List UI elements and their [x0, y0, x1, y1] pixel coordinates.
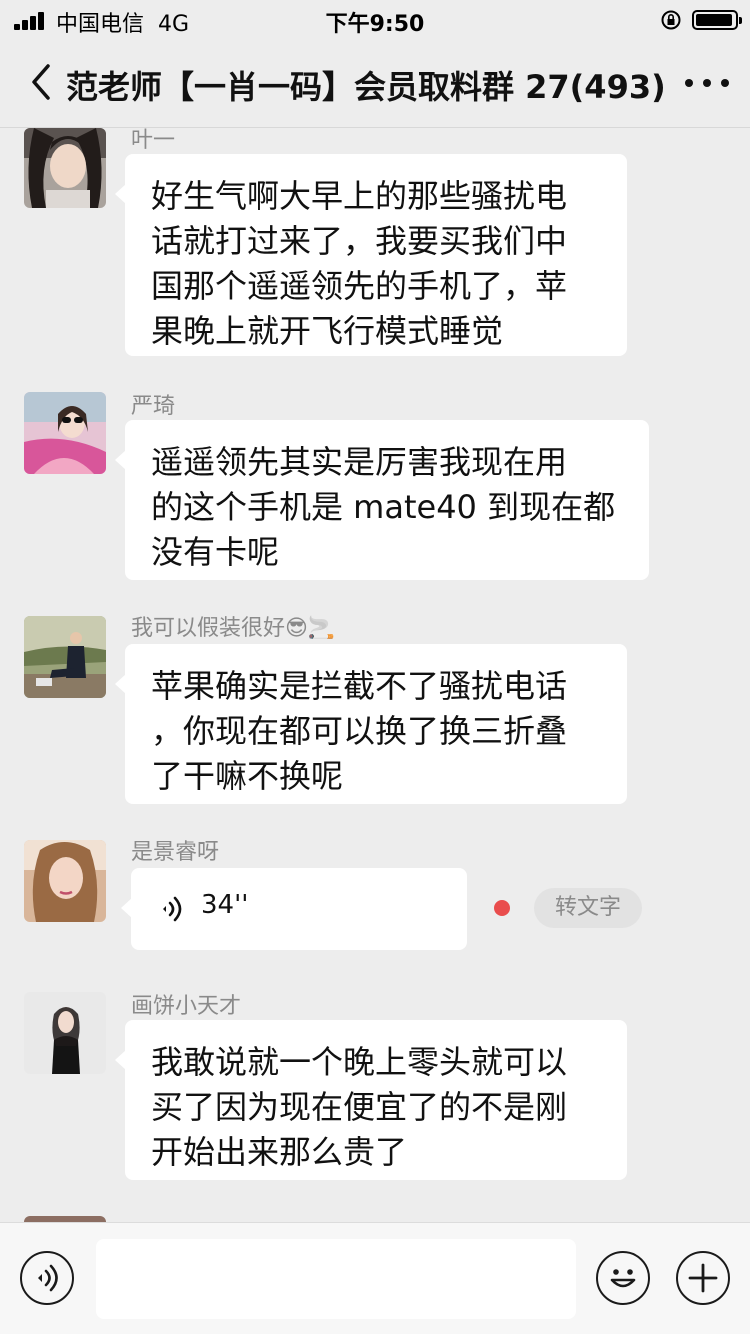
sender-name: 严琦 [131, 394, 176, 419]
message-line: ，你现在都可以换了换三折叠 [151, 712, 568, 750]
message-line: 好生气啊大早上的那些骚扰电 [151, 177, 568, 215]
message-line: 了干嘛不换呢 [151, 757, 344, 795]
avatar[interactable] [24, 616, 106, 698]
sender-name: 是景睿呀 [131, 840, 220, 865]
status-bar: 中国电信 4G 下午9:50 [0, 0, 750, 40]
avatar[interactable] [24, 128, 106, 208]
back-icon[interactable] [28, 62, 58, 102]
message-bubble[interactable]: 遥遥领先其实是厉害我现在用 的这个手机是 mate40 到现在都 没有卡呢 [115, 420, 649, 580]
emoji-button[interactable] [596, 1251, 650, 1305]
message-bubble[interactable]: 我敢说就一个晚上零头就可以 买了因为现在便宜了的不是刚 开始出来那么贵了 [115, 1020, 627, 1180]
message-line: 买了因为现在便宜了的不是刚 [151, 1088, 568, 1126]
message-bubble[interactable]: 苹果确实是拦截不了骚扰电话 ，你现在都可以换了换三折叠 了干嘛不换呢 [115, 644, 627, 804]
chat-title: 范老师【一肖一码】会员取料群 27(493) [66, 68, 666, 106]
transcribe-button[interactable]: 转文字 [534, 888, 642, 928]
voice-message-bubble[interactable]: 34'' [121, 868, 467, 950]
avatar[interactable] [24, 992, 106, 1074]
sender-name: 我可以假装很好😎🚬 [131, 616, 336, 641]
input-bar [0, 1222, 750, 1334]
sender-name: 画饼小天才 [131, 994, 242, 1019]
voice-wave-icon [163, 896, 182, 922]
rotation-lock-icon [661, 10, 681, 30]
clock: 下午9:50 [325, 12, 425, 37]
message-line: 的这个手机是 mate40 到现在都 [151, 488, 616, 526]
message-input[interactable] [96, 1239, 576, 1319]
chat-header: 范老师【一肖一码】会员取料群 27(493) [0, 40, 750, 128]
smiley-icon [610, 1269, 636, 1288]
voice-input-toggle[interactable] [20, 1251, 74, 1305]
avatar[interactable] [24, 840, 106, 922]
message-line: 苹果确实是拦截不了骚扰电话 [151, 667, 568, 705]
avatar[interactable] [24, 392, 106, 474]
message-line: 开始出来那么贵了 [151, 1133, 408, 1171]
message-bubble[interactable]: 好生气啊大早上的那些骚扰电 话就打过来了，我要买我们中 国那个遥遥领先的手机了，… [115, 154, 627, 356]
unread-dot [494, 900, 510, 916]
partial-message [0, 1210, 750, 1222]
message-line: 国那个遥遥领先的手机了，苹 [151, 267, 568, 305]
message-line: 果晚上就开飞行模式睡觉 [151, 312, 504, 350]
voice-duration: 34'' [201, 890, 249, 920]
message-line: 没有卡呢 [151, 533, 280, 571]
plus-icon [688, 1263, 718, 1293]
battery-icon [692, 10, 742, 30]
sender-name: 叶一 [131, 128, 176, 153]
message-line: 我敢说就一个晚上零头就可以 [151, 1043, 568, 1081]
voice-icon [38, 1264, 58, 1292]
message-line: 遥遥领先其实是厉害我现在用 [151, 443, 568, 481]
message-line: 话就打过来了，我要买我们中 [151, 222, 568, 260]
add-button[interactable] [676, 1251, 730, 1305]
more-options-icon[interactable] [684, 78, 730, 88]
